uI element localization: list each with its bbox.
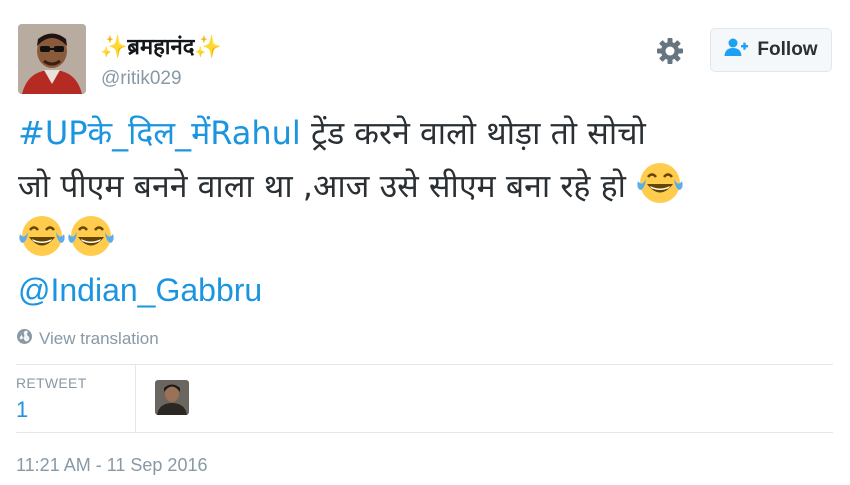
tweet-text-line2: जो पीएम बनने वाला था ,आज उसे सीएम बना रह…	[18, 167, 626, 205]
divider-top	[16, 364, 833, 365]
gear-icon[interactable]	[655, 36, 685, 66]
sparkle-emoji-right: ✨	[194, 35, 222, 60]
hashtag-link[interactable]: #UPके_दिल_मेंRahul	[18, 114, 301, 152]
tweet-text: #UPके_दिल_मेंRahul ट्रेंड करने वालो थोड़…	[18, 108, 838, 316]
tears-of-joy-emoji-3	[67, 212, 115, 260]
view-translation-label: View translation	[39, 329, 159, 348]
mention-link[interactable]: @Indian_Gabbru	[18, 265, 838, 316]
tears-of-joy-emoji-1	[636, 159, 684, 207]
add-user-icon	[724, 37, 749, 63]
retweet-label: RETWEET	[16, 375, 87, 391]
globe-icon	[16, 328, 33, 350]
view-translation-link[interactable]: View translation	[16, 328, 159, 350]
display-name-text: ब्रमहानंद	[127, 35, 195, 60]
sparkle-emoji-left: ✨	[100, 35, 128, 60]
stats-vertical-divider	[135, 364, 136, 432]
timestamp[interactable]: 11:21 AM - 11 Sep 2016	[16, 455, 207, 476]
retweeter-avatar[interactable]	[155, 380, 189, 415]
tweet-text-line1: ट्रेंड करने वालो थोड़ा तो सोचो	[300, 114, 646, 152]
follow-button[interactable]: Follow	[710, 28, 832, 72]
user-avatar[interactable]	[18, 24, 86, 94]
follow-label: Follow	[757, 39, 818, 60]
divider-bottom	[16, 432, 833, 433]
user-handle[interactable]: @ritik029	[101, 68, 182, 90]
tears-of-joy-emoji-2	[18, 212, 66, 260]
display-name[interactable]: ✨ब्रमहानंद✨	[100, 31, 222, 61]
retweet-count[interactable]: 1	[16, 397, 28, 423]
